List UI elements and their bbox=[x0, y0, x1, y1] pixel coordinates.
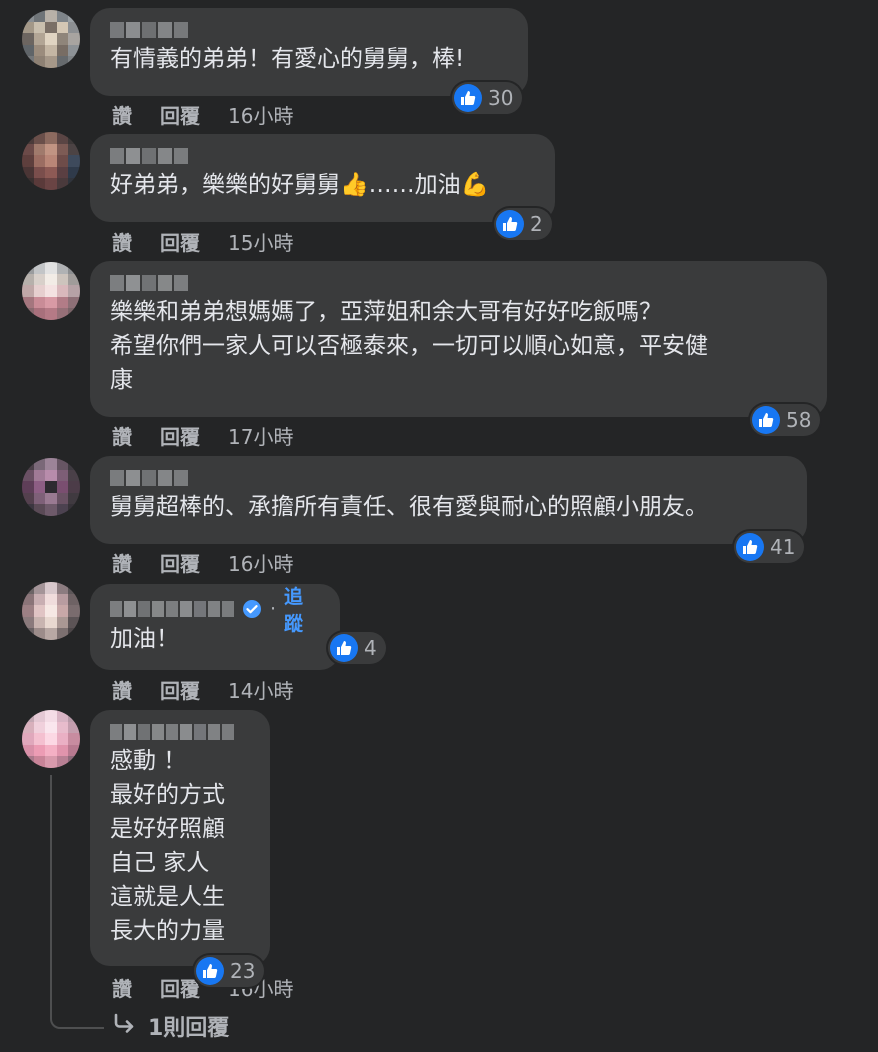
like-button[interactable]: 讚 bbox=[112, 227, 132, 256]
separator-dot: · bbox=[270, 598, 277, 620]
avatar[interactable] bbox=[22, 132, 80, 190]
comment-bubble: 感動 ！ 最好的方式 是好好照顧 自己 家人 這就是人生 長大的力量 bbox=[90, 710, 270, 966]
timestamp[interactable]: 14小時 bbox=[228, 675, 293, 704]
thumbs-up-icon bbox=[736, 533, 764, 561]
reaction-count[interactable]: 4 bbox=[328, 632, 386, 664]
comment-bubble: 舅舅超棒的、承擔所有責任、很有愛與耐心的照顧小朋友。 bbox=[90, 456, 807, 544]
like-count: 58 bbox=[786, 408, 812, 432]
reply-button[interactable]: 回覆 bbox=[160, 100, 200, 129]
timestamp[interactable]: 16小時 bbox=[228, 100, 293, 129]
blurred-author-name[interactable] bbox=[110, 724, 252, 740]
comment-bubble: · 追蹤 加油！ bbox=[90, 584, 340, 670]
verified-badge-icon bbox=[242, 599, 262, 619]
thumbs-up-icon bbox=[454, 84, 482, 112]
blurred-author-name[interactable] bbox=[110, 148, 537, 164]
blurred-author-name[interactable] bbox=[110, 470, 789, 486]
blurred-author-name[interactable] bbox=[110, 601, 234, 617]
like-count: 4 bbox=[364, 636, 377, 660]
comment-bubble: 好弟弟，樂樂的好舅舅👍……加油💪 bbox=[90, 134, 555, 222]
reply-arrow-icon bbox=[112, 1013, 136, 1039]
reaction-count[interactable]: 23 bbox=[194, 955, 265, 987]
reaction-count[interactable]: 41 bbox=[734, 531, 805, 563]
reaction-count[interactable]: 58 bbox=[750, 404, 821, 436]
blurred-author-name[interactable] bbox=[110, 275, 809, 291]
timestamp[interactable]: 17小時 bbox=[228, 421, 293, 450]
reply-button[interactable]: 回覆 bbox=[160, 548, 200, 577]
comment-text: 有情義的弟弟！有愛心的舅舅，棒! bbox=[110, 46, 465, 72]
avatar[interactable] bbox=[22, 10, 80, 68]
like-count: 2 bbox=[530, 212, 543, 236]
avatar[interactable] bbox=[22, 582, 80, 640]
like-count: 41 bbox=[770, 535, 796, 559]
comment-text: 好弟弟，樂樂的好舅舅👍……加油💪 bbox=[110, 172, 490, 198]
reply-button[interactable]: 回覆 bbox=[160, 227, 200, 256]
reaction-count[interactable]: 30 bbox=[452, 82, 523, 114]
reply-button[interactable]: 回覆 bbox=[160, 973, 200, 1002]
comment-text: 舅舅超棒的、承擔所有責任、很有愛與耐心的照顧小朋友。 bbox=[110, 494, 708, 520]
thumbs-up-icon bbox=[330, 634, 358, 662]
reply-button[interactable]: 回覆 bbox=[160, 421, 200, 450]
like-button[interactable]: 讚 bbox=[112, 421, 132, 450]
view-replies-link[interactable]: 1則回覆 bbox=[112, 1010, 229, 1042]
blurred-author-name[interactable] bbox=[110, 22, 510, 38]
like-count: 30 bbox=[488, 86, 514, 110]
follow-button[interactable]: 追蹤 bbox=[284, 582, 322, 636]
like-button[interactable]: 讚 bbox=[112, 973, 132, 1002]
like-button[interactable]: 讚 bbox=[112, 100, 132, 129]
avatar[interactable] bbox=[22, 710, 80, 768]
thumbs-up-icon bbox=[496, 210, 524, 238]
comment-text: 樂樂和弟弟想媽媽了，亞萍姐和余大哥有好好吃飯嗎？ 希望你們一家人可以否極泰來，一… bbox=[110, 299, 708, 393]
like-count: 23 bbox=[230, 959, 256, 983]
like-button[interactable]: 讚 bbox=[112, 675, 132, 704]
reaction-count[interactable]: 2 bbox=[494, 208, 552, 240]
thumbs-up-icon bbox=[752, 406, 780, 434]
like-button[interactable]: 讚 bbox=[112, 548, 132, 577]
thumbs-up-icon bbox=[196, 957, 224, 985]
replies-count-label[interactable]: 1則回覆 bbox=[148, 1010, 229, 1042]
comment-text: 感動 ！ 最好的方式 是好好照顧 自己 家人 這就是人生 長大的力量 bbox=[110, 748, 225, 944]
timestamp[interactable]: 15小時 bbox=[228, 227, 293, 256]
avatar[interactable] bbox=[22, 262, 80, 320]
comment-bubble: 樂樂和弟弟想媽媽了，亞萍姐和余大哥有好好吃飯嗎？ 希望你們一家人可以否極泰來，一… bbox=[90, 261, 827, 417]
timestamp[interactable]: 16小時 bbox=[228, 548, 293, 577]
reply-button[interactable]: 回覆 bbox=[160, 675, 200, 704]
reply-thread-line bbox=[50, 775, 104, 1029]
avatar[interactable] bbox=[22, 458, 80, 516]
